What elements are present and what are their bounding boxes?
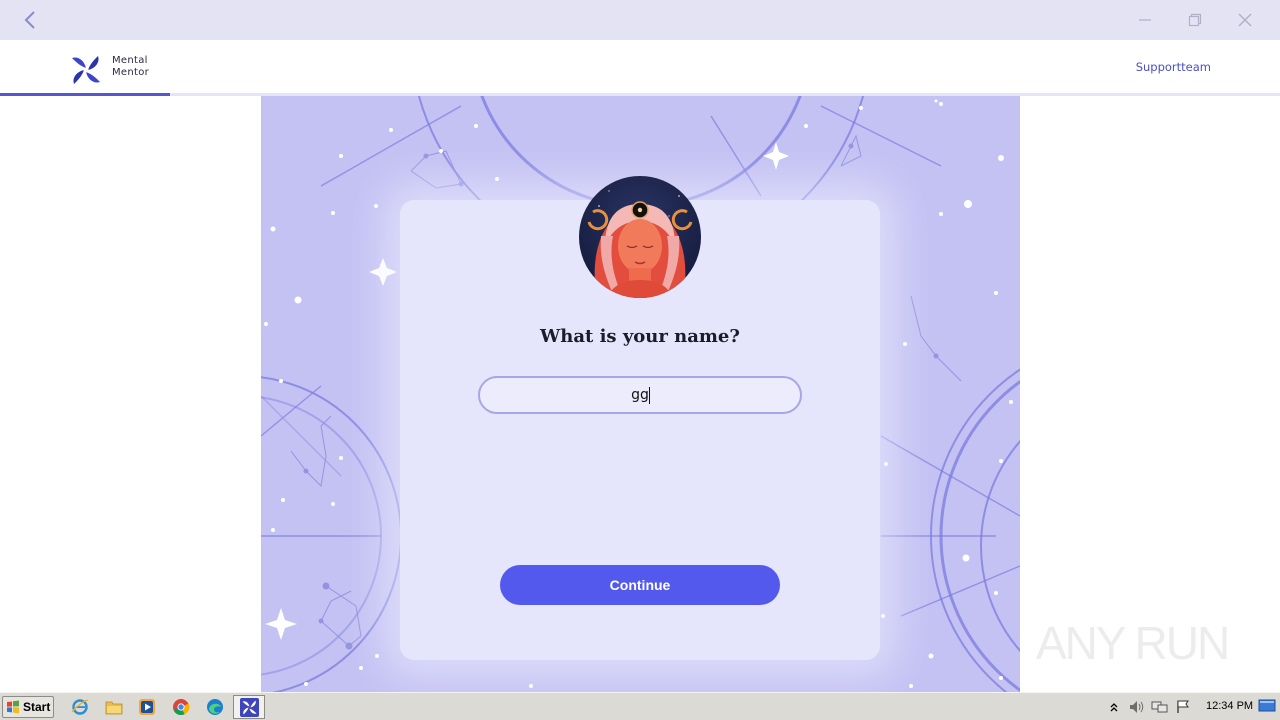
watermark-text: ANY RUN	[1036, 617, 1230, 669]
system-tray	[1104, 696, 1196, 718]
start-button[interactable]: Start	[2, 696, 54, 718]
name-question-heading: What is your name?	[540, 326, 740, 347]
volume-icon[interactable]	[1127, 699, 1147, 715]
close-icon	[1238, 13, 1252, 27]
chevron-left-icon	[24, 11, 35, 29]
windows-logo-icon	[7, 700, 19, 714]
close-button[interactable]	[1229, 6, 1261, 34]
network-icon[interactable]	[1150, 699, 1170, 715]
minimize-icon	[1139, 19, 1151, 21]
restore-button[interactable]	[1179, 6, 1211, 34]
action-center-flag-icon[interactable]	[1173, 699, 1193, 715]
app-header: Mental Mentor Supportteam	[0, 40, 1280, 96]
onboarding-stage: What is your name? Continue	[261, 96, 1020, 692]
show-hidden-icons-icon[interactable]	[1104, 699, 1124, 715]
window-titlebar	[0, 0, 1280, 40]
brand-name: Mental Mentor	[112, 55, 149, 79]
windows-taskbar: Start 12:34 PM	[0, 692, 1280, 720]
internet-explorer-icon[interactable]	[70, 697, 90, 717]
anyrun-watermark: ANY RUN	[1036, 606, 1236, 676]
progress-fill	[0, 93, 171, 96]
continue-button[interactable]: Continue	[500, 565, 780, 605]
mentor-avatar	[579, 176, 701, 298]
chrome-icon[interactable]	[171, 697, 191, 717]
media-player-icon[interactable]	[137, 697, 157, 717]
brand-line-1: Mental	[112, 55, 148, 66]
file-explorer-icon[interactable]	[104, 697, 124, 717]
text-caret	[649, 387, 650, 404]
show-desktop-button[interactable]	[1258, 698, 1276, 714]
mental-mentor-taskbar-button[interactable]	[233, 695, 265, 719]
restore-icon	[1188, 13, 1202, 27]
mental-mentor-logo-icon	[72, 56, 100, 84]
edge-icon[interactable]	[205, 697, 225, 717]
support-team-link[interactable]: Supportteam	[1136, 60, 1211, 74]
minimize-button[interactable]	[1129, 6, 1161, 34]
taskbar-clock[interactable]: 12:34 PM	[1206, 700, 1253, 712]
start-label: Start	[23, 700, 51, 714]
name-input[interactable]	[478, 376, 802, 414]
back-button[interactable]	[16, 6, 44, 34]
brand-line-2: Mentor	[112, 67, 150, 78]
mental-mentor-app-icon	[240, 698, 259, 717]
show-desktop-icon	[1258, 699, 1276, 712]
